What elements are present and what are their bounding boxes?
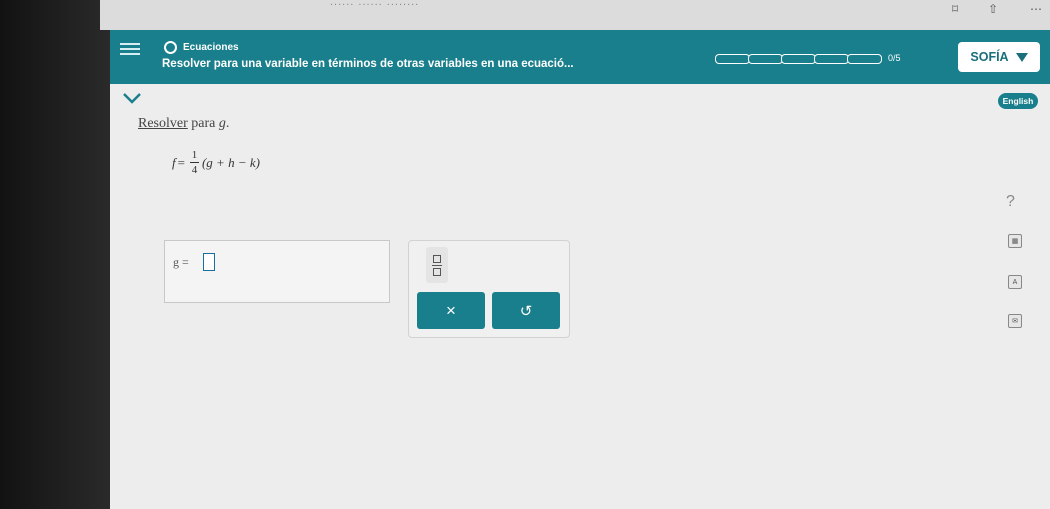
calculator-icon[interactable]: ▦	[1008, 234, 1022, 248]
message-icon[interactable]: ✉	[1008, 314, 1022, 328]
app-header: Ecuaciones Resolver para una variable en…	[110, 30, 1050, 84]
target-variable: g	[218, 116, 226, 131]
equation-fraction: 1 4	[189, 149, 199, 176]
collapse-chevron-icon[interactable]	[122, 92, 142, 104]
topic-label: Ecuaciones	[183, 42, 239, 53]
menu-icon[interactable]	[120, 40, 140, 56]
progress-segment	[781, 54, 816, 64]
instruction-text: para	[187, 116, 219, 131]
clear-button[interactable]: ×	[417, 292, 485, 329]
instruction-period: .	[225, 116, 230, 131]
equation: f = 1 4 (g + h − k)	[172, 149, 260, 176]
answer-input[interactable]	[203, 253, 215, 271]
answer-label: g =	[173, 255, 189, 269]
user-menu-button[interactable]: SOFÍA	[958, 42, 1040, 72]
progress-segment	[814, 54, 849, 64]
app-screen: Ecuaciones Resolver para una variable en…	[110, 30, 1050, 509]
bookmark-icon[interactable]: ⌑	[952, 2, 958, 16]
topic-row: Ecuaciones	[164, 41, 239, 54]
chevron-down-icon	[1015, 52, 1028, 62]
browser-top-bar: ...... ...... ........ ⌑ ⇧ ⋯	[100, 0, 1050, 30]
progress-segment	[847, 54, 882, 64]
problem-instruction: Resolver para g.	[138, 116, 229, 132]
equation-equals: =	[177, 154, 185, 170]
user-name: SOFÍA	[970, 50, 1009, 64]
equation-rhs: (g + h − k)	[201, 154, 260, 170]
equation-lhs: f	[172, 154, 176, 170]
resolver-link[interactable]: Resolver	[138, 116, 188, 131]
progress-bar	[715, 54, 882, 64]
lesson-title: Resolver para una variable en términos d…	[162, 58, 574, 70]
progress-text: 0/5	[888, 53, 901, 63]
language-toggle-button[interactable]: English	[998, 93, 1038, 109]
progress-segment	[748, 54, 783, 64]
share-icon[interactable]: ⇧	[988, 2, 998, 16]
undo-button[interactable]: ↺	[492, 292, 560, 329]
more-icon[interactable]: ⋯	[1030, 2, 1042, 16]
progress-segment	[715, 54, 750, 64]
fraction-denominator: 4	[191, 164, 198, 176]
math-keypad: × ↺	[408, 240, 570, 338]
dictionary-icon[interactable]: A	[1008, 275, 1022, 289]
answer-box: g =	[164, 240, 390, 303]
topic-circle-icon	[164, 41, 177, 54]
fraction-key[interactable]	[426, 247, 448, 283]
url-fragment: ...... ...... ........	[330, 0, 420, 8]
help-icon[interactable]: ?	[1006, 193, 1015, 211]
device-bezel	[0, 0, 110, 509]
fraction-numerator: 1	[191, 149, 198, 161]
